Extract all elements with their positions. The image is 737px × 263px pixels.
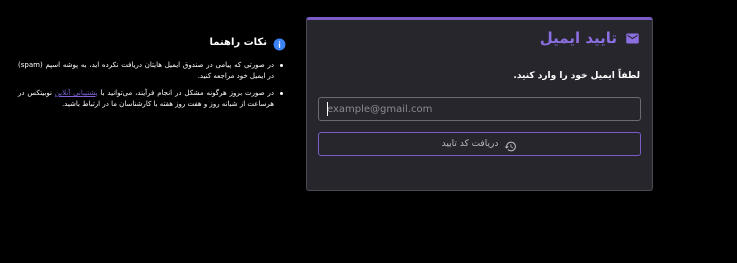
tip-item-spam: در صورتی که پیامی در صندوق ایمیل هایتان … bbox=[18, 60, 283, 82]
tip-item-support: در صورت بروز هرگونه مشکل در انجام فرآیند… bbox=[18, 88, 283, 110]
card-header: تایید ایمیل bbox=[540, 29, 640, 47]
get-code-label: دریافت کد تایید bbox=[441, 139, 499, 149]
mail-icon bbox=[625, 31, 640, 46]
text-cursor bbox=[327, 102, 328, 116]
email-prompt: لطفاً ایمیل خود را وارد کنید. bbox=[513, 71, 640, 81]
email-input[interactable] bbox=[318, 97, 641, 121]
get-verification-code-button[interactable]: دریافت کد تایید bbox=[318, 132, 641, 156]
tips-title: نکات راهنما bbox=[209, 37, 267, 48]
tip-text-before: در صورت بروز هرگونه مشکل در انجام فرآیند… bbox=[97, 89, 274, 97]
online-support-link[interactable]: پشتیبانی آنلاین bbox=[55, 89, 98, 97]
info-icon bbox=[273, 36, 286, 51]
tips-header: نکات راهنما bbox=[18, 36, 286, 51]
verify-email-card: تایید ایمیل لطفاً ایمیل خود را وارد کنید… bbox=[306, 17, 653, 191]
tips-panel: نکات راهنما در صورتی که پیامی در صندوق ا… bbox=[18, 36, 286, 116]
tip-text: در صورتی که پیامی در صندوق ایمیل هایتان … bbox=[18, 61, 274, 80]
history-icon bbox=[504, 138, 517, 151]
tips-list: در صورتی که پیامی در صندوق ایمیل هایتان … bbox=[18, 60, 286, 110]
card-title: تایید ایمیل bbox=[539, 29, 617, 47]
